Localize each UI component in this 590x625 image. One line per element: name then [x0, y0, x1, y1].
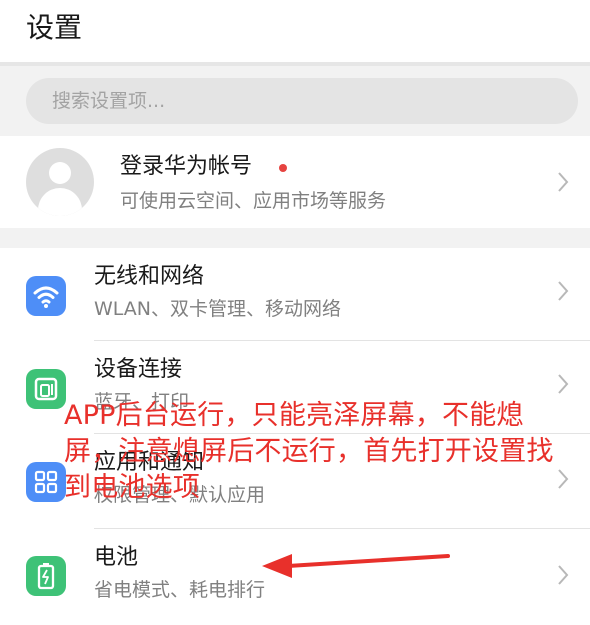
annotation-arrow-icon [262, 554, 450, 578]
